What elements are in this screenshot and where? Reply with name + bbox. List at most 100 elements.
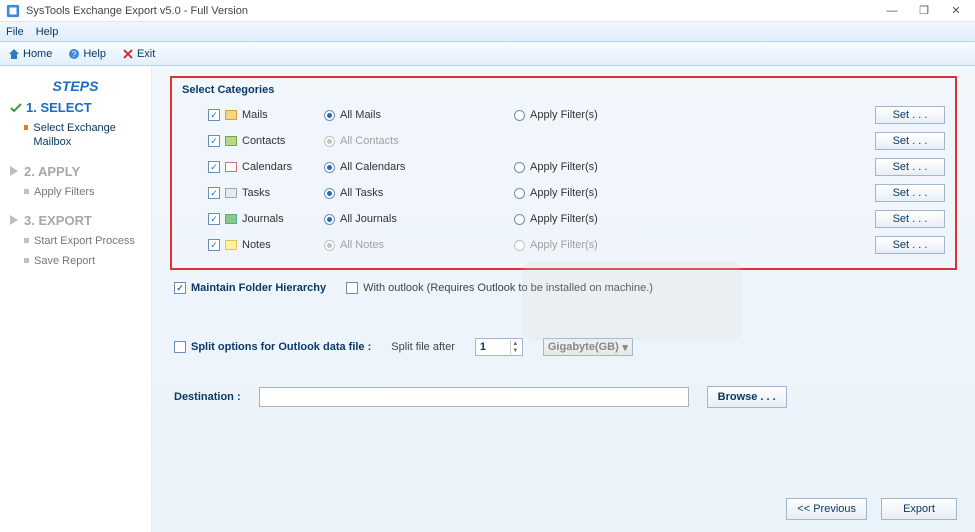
all-label: All Notes [340,239,384,251]
split-size-value: 1 [480,341,486,353]
apply-filter-label: Apply Filter(s) [530,213,598,225]
set-button-tasks[interactable]: Set . . . [875,184,945,202]
category-label: Contacts [242,135,285,147]
apply-filter-label: Apply Filter(s) [530,239,598,251]
category-checkbox-tasks[interactable]: ✓ [208,187,220,199]
maintain-hierarchy-checkbox[interactable]: ✓ [174,282,186,294]
window-title: SysTools Exchange Export v5.0 - Full Ver… [26,5,885,17]
step-3-sub1-label: Start Export Process [34,234,135,248]
arrow-icon [10,215,20,225]
menu-file[interactable]: File [6,26,24,38]
category-checkbox-mails[interactable]: ✓ [208,109,220,121]
step-1-select[interactable]: 1. SELECT [10,100,141,115]
spinner-down-icon[interactable]: ▼ [510,347,520,354]
step-3-label: 3. EXPORT [24,213,92,228]
previous-button[interactable]: << Previous [786,498,867,520]
step-3-export[interactable]: 3. EXPORT [10,213,141,228]
split-unit-value: Gigabyte(GB) [548,341,619,353]
destination-label: Destination : [174,391,241,403]
bullet-icon [24,125,28,130]
journals-icon [225,214,237,224]
apply-filter-label: Apply Filter(s) [530,109,598,121]
svg-text:?: ? [72,50,77,59]
category-checkbox-notes[interactable]: ✓ [208,239,220,251]
all-label: All Contacts [340,135,399,147]
notes-icon [225,240,237,250]
category-row-journals: ✓JournalsAll JournalsApply Filter(s)Set … [182,206,945,232]
apply-filter-tasks-radio[interactable] [514,188,525,199]
bullet-icon [24,189,29,194]
split-option-checkbox[interactable] [174,341,186,353]
set-button-contacts[interactable]: Set . . . [875,132,945,150]
all-mails-radio[interactable] [324,110,335,121]
split-after-label: Split file after [391,341,455,353]
category-checkbox-calendars[interactable]: ✓ [208,161,220,173]
home-icon [8,48,20,60]
category-label: Mails [242,109,268,121]
toolbar-home[interactable]: Home [8,48,52,60]
with-outlook-checkbox[interactable] [346,282,358,294]
category-label: Calendars [242,161,292,173]
step-2-label: 2. APPLY [24,164,80,179]
set-button-journals[interactable]: Set . . . [875,210,945,228]
window-titlebar: SysTools Exchange Export v5.0 - Full Ver… [0,0,975,22]
category-row-calendars: ✓CalendarsAll CalendarsApply Filter(s)Se… [182,154,945,180]
category-label: Journals [242,213,284,225]
toolbar-help[interactable]: ? Help [68,48,106,60]
toolbar-help-label: Help [83,48,106,60]
spinner-up-icon[interactable]: ▲ [510,340,520,347]
step-3-sub1[interactable]: Start Export Process [24,234,141,248]
all-notes-radio [324,240,335,251]
toolbar-home-label: Home [23,48,52,60]
step-1-label: 1. SELECT [26,100,92,115]
check-icon [10,102,22,114]
all-label: All Tasks [340,187,383,199]
steps-heading: STEPS [10,78,141,94]
categories-box: Select Categories ✓ Mails All Mails Apply F… [170,76,957,270]
contacts-icon [225,136,237,146]
menu-help[interactable]: Help [36,26,59,38]
category-checkbox-contacts[interactable]: ✓ [208,135,220,147]
step-1-sub[interactable]: Select Exchange Mailbox [24,121,141,150]
menu-bar: File Help [0,22,975,42]
all-journals-radio[interactable] [324,214,335,225]
destination-input[interactable] [259,387,689,407]
set-button-mails[interactable]: Set . . . [875,106,945,124]
window-close-button[interactable]: ✕ [949,4,963,18]
categories-title: Select Categories [182,84,945,96]
toolbar-exit-label: Exit [137,48,155,60]
category-row-contacts: ✓ Contacts All Contacts Set . . . [182,128,945,154]
apply-filter-calendars-radio[interactable] [514,162,525,173]
exit-icon [122,48,134,60]
step-2-sub[interactable]: Apply Filters [24,185,141,199]
toolbar: Home ? Help Exit [0,42,975,66]
calendars-icon [225,162,237,172]
all-calendars-radio[interactable] [324,162,335,173]
apply-filter-mails-radio[interactable] [514,110,525,121]
apply-filter-journals-radio[interactable] [514,214,525,225]
sidebar-steps: STEPS 1. SELECT Select Exchange Mailbox … [0,66,152,532]
split-unit-dropdown[interactable]: Gigabyte(GB) ▾ [543,338,633,356]
mails-icon [225,110,237,120]
split-size-spinner[interactable]: 1 ▲▼ [475,338,523,356]
export-button[interactable]: Export [881,498,957,520]
maintain-hierarchy-label: Maintain Folder Hierarchy [191,282,326,294]
category-label: Notes [242,239,271,251]
apply-filter-notes-radio [514,240,525,251]
step-1-sub-label: Select Exchange Mailbox [33,121,141,150]
toolbar-exit[interactable]: Exit [122,48,155,60]
step-3-sub2[interactable]: Save Report [24,254,141,268]
bullet-icon [24,258,29,263]
window-maximize-button[interactable]: ❐ [917,4,931,18]
help-icon: ? [68,48,80,60]
set-button-calendars[interactable]: Set . . . [875,158,945,176]
all-label: All Mails [340,109,381,121]
chevron-down-icon: ▾ [622,341,628,354]
all-tasks-radio[interactable] [324,188,335,199]
step-2-apply[interactable]: 2. APPLY [10,164,141,179]
browse-button[interactable]: Browse . . . [707,386,787,408]
window-minimize-button[interactable]: — [885,4,899,18]
apply-filter-label: Apply Filter(s) [530,187,598,199]
set-button-notes[interactable]: Set . . . [875,236,945,254]
category-checkbox-journals[interactable]: ✓ [208,213,220,225]
